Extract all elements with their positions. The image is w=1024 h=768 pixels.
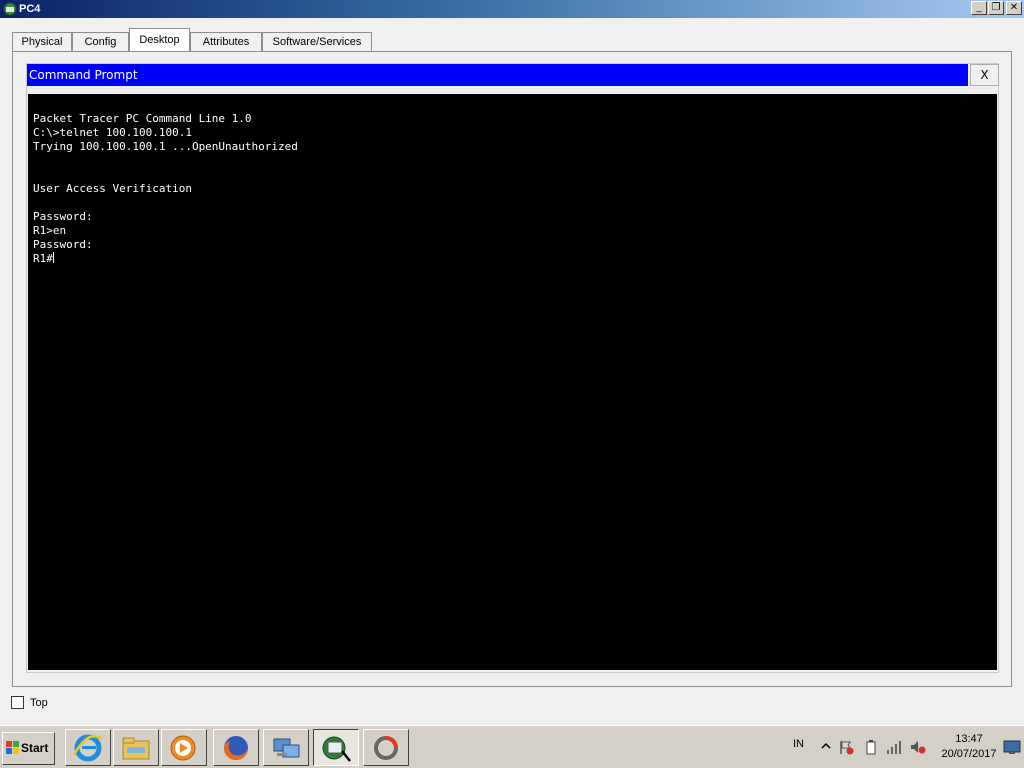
taskbar-button-sync-app[interactable] bbox=[363, 729, 409, 766]
command-prompt-close-button[interactable]: X bbox=[970, 64, 999, 86]
taskbar-button-firefox[interactable] bbox=[213, 729, 259, 766]
clock-time[interactable]: 13:47 bbox=[941, 733, 997, 745]
terminal-prompt: R1# bbox=[33, 252, 53, 265]
terminal-line: Password: bbox=[33, 210, 100, 223]
terminal-line: R1>en bbox=[33, 224, 67, 237]
tab-config[interactable]: Config bbox=[72, 32, 129, 52]
windows-logo-icon bbox=[6, 741, 19, 754]
text-cursor bbox=[52, 252, 54, 263]
packet-tracer-icon bbox=[322, 736, 351, 762]
terminal-input-line[interactable]: R1# bbox=[33, 252, 997, 266]
input-language-indicator[interactable]: IN bbox=[793, 738, 804, 750]
tab-attributes[interactable]: Attributes bbox=[190, 32, 262, 52]
tab-desktop[interactable]: Desktop bbox=[129, 28, 190, 52]
top-checkbox-label: Top bbox=[30, 697, 48, 709]
taskbar-button-network[interactable] bbox=[263, 729, 309, 766]
terminal-line: Packet Tracer PC Command Line 1.0 bbox=[33, 112, 252, 125]
tab-physical[interactable]: Physical bbox=[12, 32, 72, 52]
network-computers-icon bbox=[273, 738, 300, 758]
sync-app-icon bbox=[374, 736, 398, 760]
volume-muted-icon[interactable] bbox=[910, 739, 926, 755]
top-checkbox[interactable] bbox=[11, 696, 24, 709]
close-window-button[interactable]: ✕ bbox=[1006, 1, 1022, 15]
command-prompt-title-bar: Command Prompt bbox=[27, 64, 968, 86]
terminal-line: Password: bbox=[33, 238, 100, 251]
taskbar: Start IN 13:47 20/07/2017 bbox=[0, 725, 1024, 768]
command-prompt-title: Command Prompt bbox=[29, 68, 138, 82]
restore-button[interactable]: ❐ bbox=[988, 1, 1004, 15]
terminal-line: Trying 100.100.100.1 ...OpenUnauthorized bbox=[33, 140, 298, 153]
command-prompt-window: Command Prompt X Packet Tracer PC Comman… bbox=[26, 63, 999, 673]
window-title-bar[interactable]: PC4 _ ❐ ✕ bbox=[0, 0, 1024, 18]
taskbar-button-packet-tracer[interactable] bbox=[313, 729, 359, 766]
terminal-output[interactable]: Packet Tracer PC Command Line 1.0 C:\>te… bbox=[28, 94, 997, 670]
packet-tracer-app-icon bbox=[3, 2, 17, 16]
clock-date[interactable]: 20/07/2017 bbox=[937, 748, 1001, 760]
media-player-icon bbox=[170, 735, 196, 761]
taskbar-button-internet-explorer[interactable] bbox=[65, 729, 111, 766]
window-title: PC4 bbox=[19, 3, 41, 15]
packet-tracer-window: PC4 _ ❐ ✕ Physical Config Desktop Attrib… bbox=[0, 0, 1024, 725]
internet-explorer-icon bbox=[72, 734, 103, 762]
tab-software-services[interactable]: Software/Services bbox=[262, 32, 372, 52]
show-hidden-icons-chevron-icon[interactable] bbox=[818, 739, 834, 755]
minimize-button[interactable]: _ bbox=[971, 1, 987, 15]
file-explorer-icon bbox=[122, 737, 150, 760]
start-button[interactable]: Start bbox=[2, 732, 55, 765]
battery-icon[interactable] bbox=[863, 739, 879, 755]
network-signal-icon[interactable] bbox=[886, 739, 902, 755]
start-label: Start bbox=[21, 741, 49, 755]
taskbar-button-media-player[interactable] bbox=[161, 729, 207, 766]
terminal-line: User Access Verification bbox=[33, 182, 192, 195]
firefox-icon bbox=[224, 736, 248, 760]
taskbar-button-file-explorer[interactable] bbox=[113, 729, 159, 766]
terminal-line: C:\>telnet 100.100.100.1 bbox=[33, 126, 192, 139]
desktop-tab-panel: Command Prompt X Packet Tracer PC Comman… bbox=[12, 51, 1012, 687]
action-center-flag-icon[interactable] bbox=[838, 739, 854, 755]
show-desktop-icon[interactable] bbox=[1003, 739, 1021, 755]
